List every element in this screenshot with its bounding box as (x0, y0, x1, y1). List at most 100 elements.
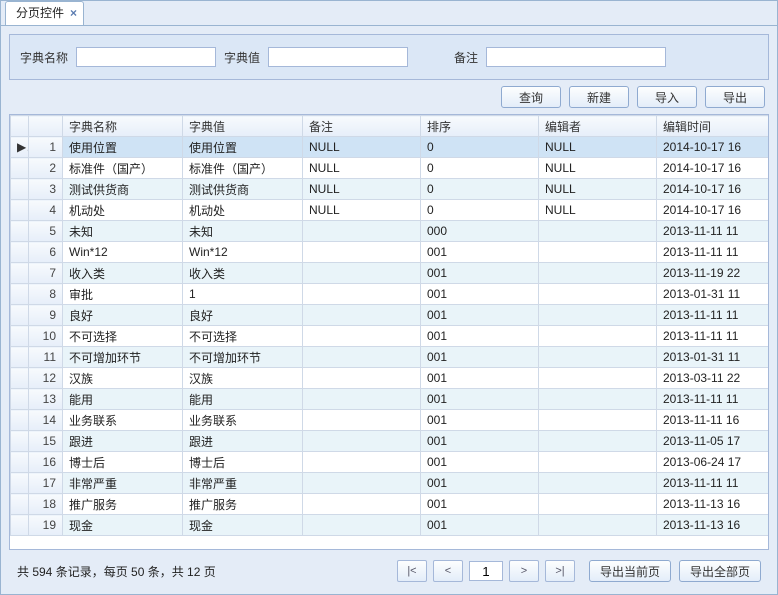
cell-remark (303, 515, 421, 536)
col-header-remark[interactable]: 备注 (303, 116, 421, 137)
cell-sort: 001 (421, 305, 539, 326)
col-header-edittime[interactable]: 编辑时间 (657, 116, 769, 137)
cell-sort: 001 (421, 494, 539, 515)
table-row[interactable]: 6Win*12Win*120012013-11-11 11 (11, 242, 769, 263)
export-current-page-button[interactable]: 导出当前页 (589, 560, 671, 582)
filter-value-input[interactable] (268, 47, 408, 67)
row-marker (11, 473, 29, 494)
cell-editor (539, 410, 657, 431)
cell-name: 能用 (63, 389, 183, 410)
row-marker (11, 431, 29, 452)
row-number: 14 (29, 410, 63, 431)
filter-panel: 字典名称 字典值 备注 (9, 34, 769, 80)
cell-name: 机动处 (63, 200, 183, 221)
filter-remark-input[interactable] (486, 47, 666, 67)
tab-paging-control[interactable]: 分页控件 × (5, 1, 84, 25)
row-marker (11, 515, 29, 536)
export-all-pages-button[interactable]: 导出全部页 (679, 560, 761, 582)
row-marker (11, 200, 29, 221)
cell-edittime: 2013-11-11 11 (657, 305, 769, 326)
table-row[interactable]: 18推广服务推广服务0012013-11-13 16 (11, 494, 769, 515)
table-row[interactable]: 8审批10012013-01-31 11 (11, 284, 769, 305)
cell-editor (539, 242, 657, 263)
row-number: 3 (29, 179, 63, 200)
col-header-name[interactable]: 字典名称 (63, 116, 183, 137)
cell-editor: NULL (539, 137, 657, 158)
cell-sort: 001 (421, 473, 539, 494)
cell-edittime: 2013-11-05 17 (657, 431, 769, 452)
page-prev-button[interactable]: < (433, 560, 463, 582)
cell-name: 收入类 (63, 263, 183, 284)
toolbar: 查询 新建 导入 导出 (9, 86, 769, 108)
table-row[interactable]: 19现金现金0012013-11-13 16 (11, 515, 769, 536)
table-row[interactable]: 13能用能用0012013-11-11 11 (11, 389, 769, 410)
page-number-input[interactable] (469, 561, 503, 581)
new-button[interactable]: 新建 (569, 86, 629, 108)
cell-name: 推广服务 (63, 494, 183, 515)
cell-editor (539, 431, 657, 452)
cell-remark (303, 284, 421, 305)
table-row[interactable]: 14业务联系业务联系0012013-11-11 16 (11, 410, 769, 431)
export-button[interactable]: 导出 (705, 86, 765, 108)
cell-sort: 001 (421, 242, 539, 263)
col-header-sort[interactable]: 排序 (421, 116, 539, 137)
table-row[interactable]: 4机动处机动处NULL0NULL2014-10-17 16 (11, 200, 769, 221)
page-first-button[interactable]: |< (397, 560, 427, 582)
query-button[interactable]: 查询 (501, 86, 561, 108)
table-row[interactable]: 12汉族汉族0012013-03-11 22 (11, 368, 769, 389)
cell-editor (539, 221, 657, 242)
row-number: 9 (29, 305, 63, 326)
table-row[interactable]: 7收入类收入类0012013-11-19 22 (11, 263, 769, 284)
export-buttons: 导出当前页 导出全部页 (589, 560, 761, 582)
cell-editor (539, 305, 657, 326)
content-area: 字典名称 字典值 备注 查询 新建 导入 导出 (1, 26, 777, 594)
cell-remark: NULL (303, 137, 421, 158)
cell-edittime: 2013-11-11 11 (657, 326, 769, 347)
table-row[interactable]: 17非常严重非常严重0012013-11-11 11 (11, 473, 769, 494)
col-header-editor[interactable]: 编辑者 (539, 116, 657, 137)
cell-edittime: 2013-11-11 11 (657, 242, 769, 263)
tab-title: 分页控件 (16, 2, 64, 25)
row-marker: ▶ (11, 137, 29, 158)
table-row[interactable]: 3测试供货商测试供货商NULL0NULL2014-10-17 16 (11, 179, 769, 200)
cell-editor (539, 494, 657, 515)
row-marker (11, 494, 29, 515)
data-grid: 字典名称 字典值 备注 排序 编辑者 编辑时间 ▶1使用位置使用位置NULL0N… (9, 114, 769, 550)
col-header-value[interactable]: 字典值 (183, 116, 303, 137)
tab-close-icon[interactable]: × (70, 2, 77, 25)
table-row[interactable]: 5未知未知0002013-11-11 11 (11, 221, 769, 242)
table-row[interactable]: 9良好良好0012013-11-11 11 (11, 305, 769, 326)
cell-edittime: 2013-03-11 22 (657, 368, 769, 389)
cell-remark (303, 494, 421, 515)
filter-name-input[interactable] (76, 47, 216, 67)
cell-name: 使用位置 (63, 137, 183, 158)
cell-value: 业务联系 (183, 410, 303, 431)
cell-remark: NULL (303, 179, 421, 200)
cell-value: 测试供货商 (183, 179, 303, 200)
cell-value: 机动处 (183, 200, 303, 221)
table-row[interactable]: ▶1使用位置使用位置NULL0NULL2014-10-17 16 (11, 137, 769, 158)
table-row[interactable]: 10不可选择不可选择0012013-11-11 11 (11, 326, 769, 347)
table-row[interactable]: 11不可增加环节不可增加环节0012013-01-31 11 (11, 347, 769, 368)
page-last-button[interactable]: >| (545, 560, 575, 582)
cell-sort: 0 (421, 200, 539, 221)
col-header-marker[interactable] (11, 116, 29, 137)
cell-name: 现金 (63, 515, 183, 536)
table-row[interactable]: 16博士后博士后0012013-06-24 17 (11, 452, 769, 473)
col-header-rownum[interactable] (29, 116, 63, 137)
grid-scroll[interactable]: 字典名称 字典值 备注 排序 编辑者 编辑时间 ▶1使用位置使用位置NULL0N… (10, 115, 768, 549)
cell-editor (539, 389, 657, 410)
cell-name: 良好 (63, 305, 183, 326)
cell-remark (303, 368, 421, 389)
cell-value: 汉族 (183, 368, 303, 389)
import-button[interactable]: 导入 (637, 86, 697, 108)
cell-edittime: 2013-11-13 16 (657, 494, 769, 515)
row-number: 2 (29, 158, 63, 179)
cell-value: 使用位置 (183, 137, 303, 158)
row-number: 11 (29, 347, 63, 368)
table-row[interactable]: 2标准件（国产）标准件（国产）NULL0NULL2014-10-17 16 (11, 158, 769, 179)
cell-edittime: 2014-10-17 16 (657, 158, 769, 179)
grid-table: 字典名称 字典值 备注 排序 编辑者 编辑时间 ▶1使用位置使用位置NULL0N… (10, 115, 768, 536)
table-row[interactable]: 15跟进跟进0012013-11-05 17 (11, 431, 769, 452)
page-next-button[interactable]: > (509, 560, 539, 582)
